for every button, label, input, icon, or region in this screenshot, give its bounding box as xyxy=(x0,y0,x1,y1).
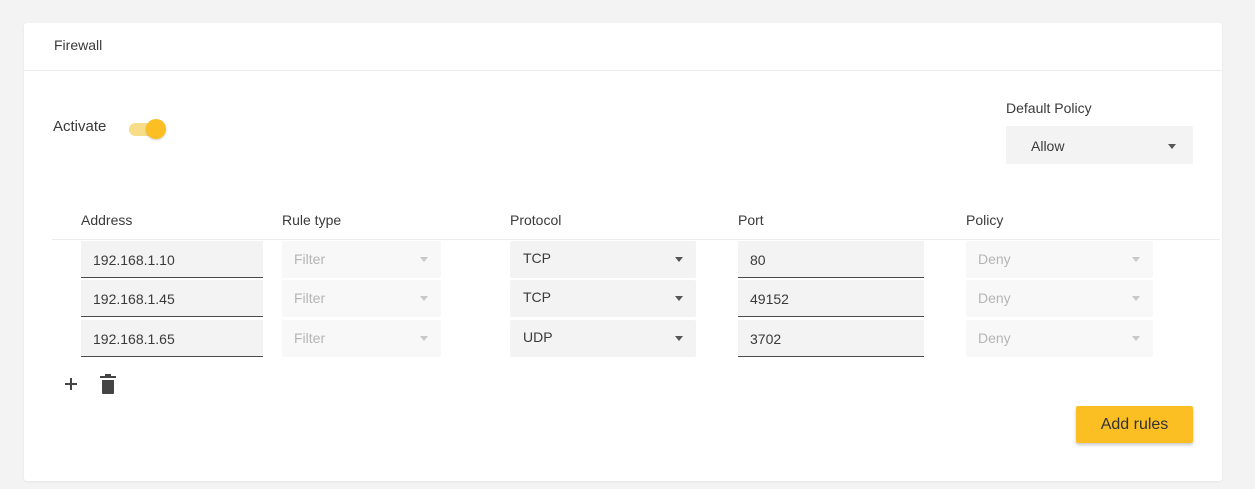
chevron-down-icon xyxy=(420,336,428,341)
protocol-value: UDP xyxy=(523,329,553,345)
trash-lid xyxy=(100,376,116,378)
activate-label: Activate xyxy=(53,118,107,135)
address-input[interactable]: 192.168.1.45 xyxy=(81,280,263,317)
protocol-select[interactable]: TCP xyxy=(510,280,696,317)
protocol-select[interactable]: TCP xyxy=(510,241,696,278)
address-value: 192.168.1.45 xyxy=(93,291,175,307)
chevron-down-icon xyxy=(420,296,428,301)
toggle-thumb xyxy=(146,119,166,139)
default-policy-value: Allow xyxy=(1031,138,1065,154)
chevron-down-icon xyxy=(1132,296,1140,301)
rule-row: 192.168.1.45 Filter TCP 49152 Deny xyxy=(24,280,1222,318)
chevron-down-icon xyxy=(420,257,428,262)
port-input[interactable]: 3702 xyxy=(738,320,924,357)
chevron-down-icon xyxy=(1132,257,1140,262)
rule-type-value: Filter xyxy=(294,330,326,346)
policy-value: Deny xyxy=(978,251,1011,267)
address-input[interactable]: 192.168.1.10 xyxy=(81,241,263,278)
address-input[interactable]: 192.168.1.65 xyxy=(81,320,263,357)
rule-type-select: Filter xyxy=(282,241,441,278)
chevron-down-icon xyxy=(675,336,683,341)
policy-value: Deny xyxy=(978,330,1011,346)
header-divider xyxy=(52,239,1220,240)
chevron-down-icon xyxy=(675,296,683,301)
column-header-protocol: Protocol xyxy=(510,212,562,228)
policy-select: Deny xyxy=(966,241,1153,278)
column-header-policy: Policy xyxy=(966,212,1004,228)
port-input[interactable]: 80 xyxy=(738,241,924,278)
port-value: 80 xyxy=(750,252,766,268)
port-value: 3702 xyxy=(750,331,782,347)
protocol-select[interactable]: UDP xyxy=(510,320,696,357)
rule-row: 192.168.1.10 Filter TCP 80 Deny xyxy=(24,241,1222,279)
rule-row: 192.168.1.65 Filter UDP 3702 Deny xyxy=(24,320,1222,358)
default-policy-label: Default Policy xyxy=(1006,100,1092,116)
column-header-address: Address xyxy=(81,212,133,228)
protocol-value: TCP xyxy=(523,250,551,266)
policy-select: Deny xyxy=(966,320,1153,357)
rule-type-select: Filter xyxy=(282,280,441,317)
policy-value: Deny xyxy=(978,290,1011,306)
card-header: Firewall xyxy=(24,23,1222,71)
address-value: 192.168.1.65 xyxy=(93,331,175,347)
firewall-card: Firewall Activate Default Policy Allow A… xyxy=(24,23,1222,481)
card-title: Firewall xyxy=(54,37,103,53)
policy-select: Deny xyxy=(966,280,1153,317)
activate-toggle[interactable] xyxy=(127,119,166,139)
column-header-rule-type: Rule type xyxy=(282,212,342,228)
address-value: 192.168.1.10 xyxy=(93,252,175,268)
rule-type-value: Filter xyxy=(294,290,326,306)
chevron-down-icon xyxy=(1132,336,1140,341)
column-header-port: Port xyxy=(738,212,764,228)
chevron-down-icon xyxy=(1168,144,1176,149)
chevron-down-icon xyxy=(675,257,683,262)
port-value: 49152 xyxy=(750,291,789,307)
rule-type-value: Filter xyxy=(294,251,326,267)
port-input[interactable]: 49152 xyxy=(738,280,924,317)
rule-type-select: Filter xyxy=(282,320,441,357)
add-rules-button[interactable]: Add rules xyxy=(1076,406,1193,443)
protocol-value: TCP xyxy=(523,289,551,305)
trash-icon[interactable] xyxy=(100,374,116,394)
trash-body xyxy=(102,380,114,394)
default-policy-select[interactable]: Allow xyxy=(1006,126,1193,164)
plus-icon[interactable] xyxy=(63,376,79,392)
